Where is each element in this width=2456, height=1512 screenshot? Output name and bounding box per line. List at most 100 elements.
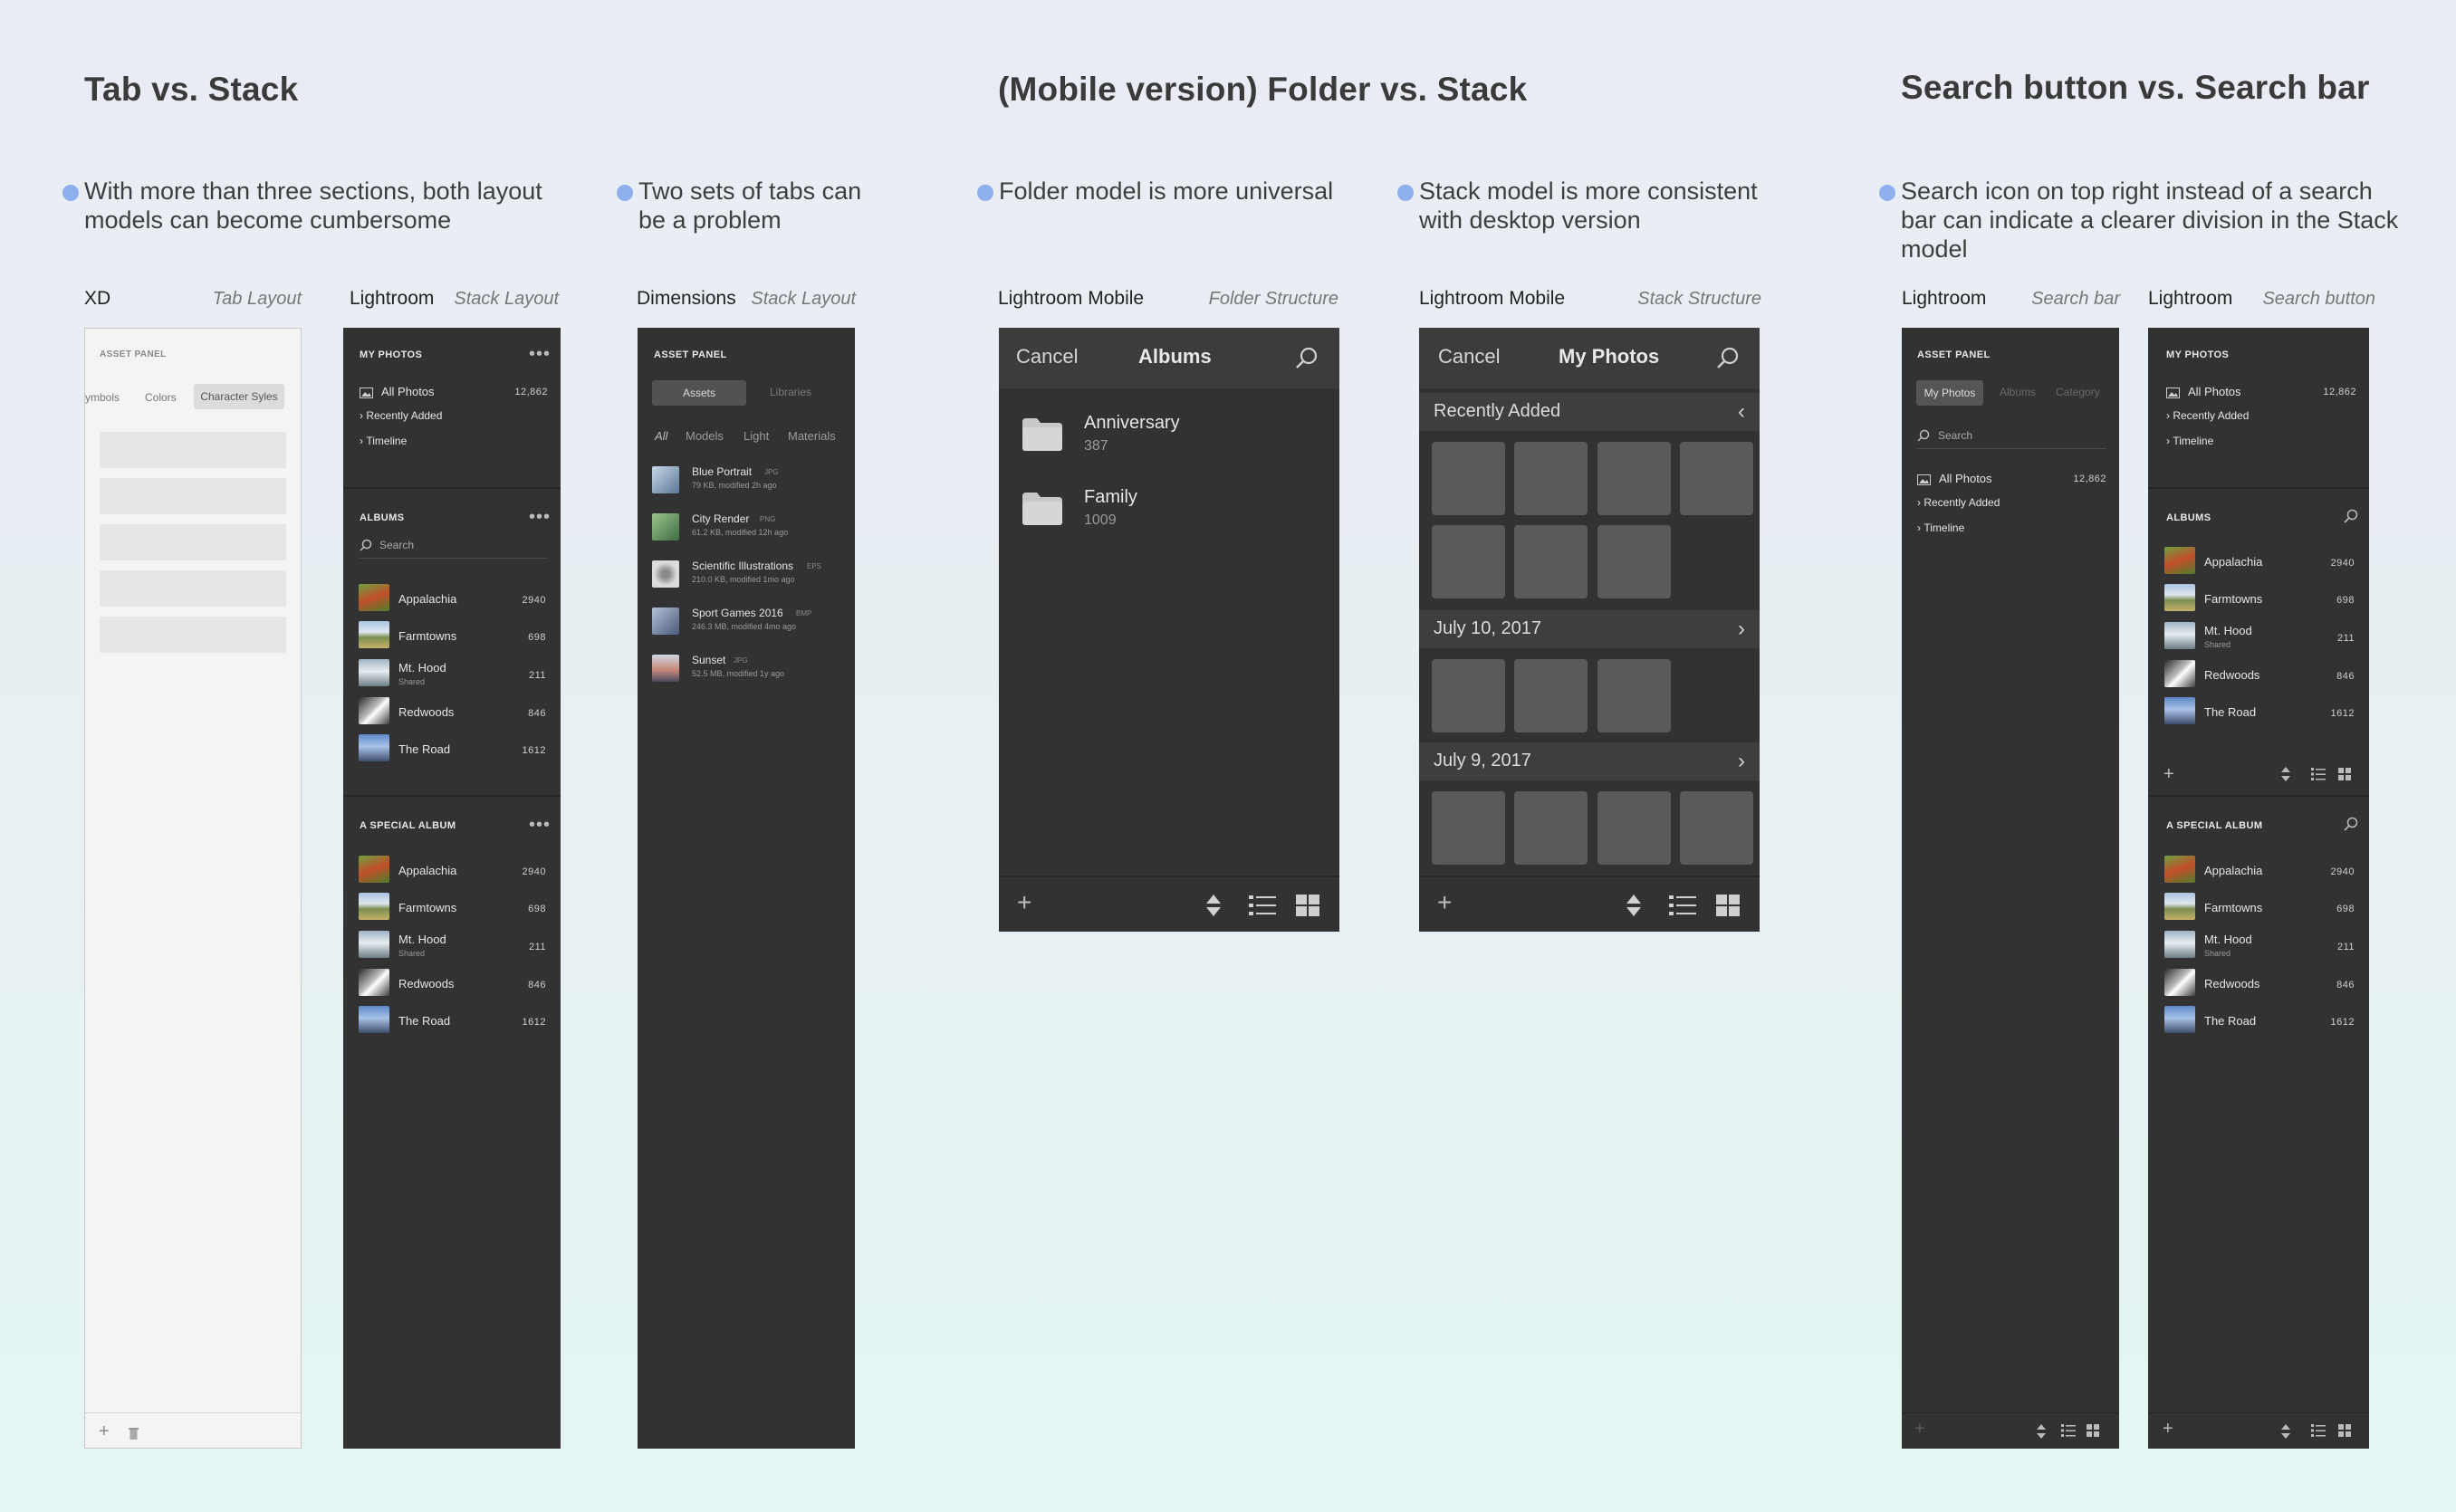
- album-name[interactable]: Farmtowns: [398, 629, 456, 643]
- album-name[interactable]: Mt. Hood: [2204, 933, 2252, 946]
- album-name[interactable]: Farmtowns: [398, 901, 456, 914]
- album-name[interactable]: The Road: [2204, 1014, 2256, 1028]
- sort-icon[interactable]: [2281, 767, 2290, 786]
- cancel-button[interactable]: Cancel: [1438, 345, 1500, 368]
- photo-tile[interactable]: [1514, 442, 1588, 515]
- album-name[interactable]: The Road: [398, 1014, 450, 1028]
- photo-tile[interactable]: [1514, 525, 1588, 598]
- photo-tile[interactable]: [1597, 791, 1671, 865]
- lr-all-photos[interactable]: All Photos: [1939, 472, 1992, 485]
- plus-icon[interactable]: +: [2163, 764, 2174, 785]
- album-name[interactable]: Farmtowns: [2204, 901, 2262, 914]
- asset-name[interactable]: Scientific Illustrations: [692, 560, 793, 572]
- more-icon[interactable]: •••: [529, 816, 551, 834]
- tab-category[interactable]: Category: [2056, 386, 2100, 398]
- lr-timeline[interactable]: › Timeline: [2166, 435, 2213, 447]
- asset-name[interactable]: Sport Games 2016: [692, 607, 783, 619]
- dim-filter-materials[interactable]: Materials: [788, 429, 836, 443]
- album-name[interactable]: Redwoods: [2204, 977, 2259, 990]
- photo-tile[interactable]: [1432, 791, 1505, 865]
- lr-all-photos[interactable]: All Photos: [2188, 385, 2241, 398]
- photo-tile[interactable]: [1680, 791, 1753, 865]
- album-name[interactable]: Mt. Hood: [398, 933, 446, 946]
- album-name[interactable]: Redwoods: [398, 977, 454, 990]
- album-name[interactable]: Redwoods: [2204, 668, 2259, 682]
- search-icon[interactable]: [1295, 346, 1319, 369]
- sort-icon[interactable]: [2281, 1424, 2290, 1443]
- chevron-left-icon[interactable]: ‹: [1738, 401, 1745, 423]
- list-view-icon[interactable]: [2311, 1424, 2326, 1441]
- lr-all-photos[interactable]: All Photos: [381, 385, 435, 398]
- search-icon[interactable]: [2344, 509, 2358, 523]
- list-view-icon[interactable]: [2061, 1424, 2076, 1441]
- xd-tab-character-styles[interactable]: Character Syles: [194, 384, 284, 409]
- grid-view-icon[interactable]: [2087, 1424, 2099, 1441]
- album-name[interactable]: The Road: [398, 742, 450, 756]
- list-view-icon[interactable]: [1669, 895, 1696, 921]
- lr-timeline[interactable]: › Timeline: [360, 435, 407, 447]
- xd-tab-symbols[interactable]: ymbols: [85, 391, 120, 404]
- photo-tile[interactable]: [1514, 791, 1588, 865]
- section-header-july-10[interactable]: July 10, 2017 ›: [1419, 610, 1760, 648]
- section-header-recently-added[interactable]: Recently Added ‹: [1419, 393, 1760, 431]
- asset-name[interactable]: Sunset: [692, 654, 725, 666]
- album-name[interactable]: Appalachia: [398, 864, 456, 877]
- album-name[interactable]: Appalachia: [2204, 864, 2262, 877]
- photo-tile[interactable]: [1680, 442, 1753, 515]
- album-name[interactable]: Farmtowns: [2204, 592, 2262, 606]
- search-icon[interactable]: [2344, 817, 2358, 831]
- photo-tile[interactable]: [1432, 525, 1505, 598]
- plus-icon[interactable]: +: [1437, 890, 1452, 915]
- more-icon[interactable]: •••: [529, 345, 551, 363]
- sort-icon[interactable]: [2037, 1424, 2046, 1443]
- sort-icon[interactable]: [1205, 894, 1222, 922]
- section-header-july-9[interactable]: July 9, 2017 ›: [1419, 742, 1760, 780]
- photo-tile[interactable]: [1597, 525, 1671, 598]
- tab-albums[interactable]: Albums: [2000, 386, 2036, 398]
- dim-tab-libraries[interactable]: Libraries: [770, 386, 811, 398]
- photo-tile[interactable]: [1597, 442, 1671, 515]
- trash-icon[interactable]: [128, 1426, 139, 1440]
- album-name[interactable]: Appalachia: [398, 592, 456, 606]
- plus-icon[interactable]: +: [1017, 890, 1031, 915]
- album-name[interactable]: Mt. Hood: [2204, 624, 2252, 637]
- lr-recently-added[interactable]: › Recently Added: [360, 409, 442, 422]
- plus-icon[interactable]: +: [99, 1421, 110, 1442]
- asset-name[interactable]: City Render: [692, 512, 749, 525]
- dim-tab-assets[interactable]: Assets: [652, 380, 746, 406]
- chevron-right-icon[interactable]: ›: [1738, 618, 1745, 640]
- list-view-icon[interactable]: [1249, 895, 1276, 921]
- sort-icon[interactable]: [1626, 894, 1642, 922]
- grid-view-icon[interactable]: [1296, 895, 1319, 921]
- more-icon[interactable]: •••: [529, 508, 551, 526]
- dim-filter-all[interactable]: All: [655, 429, 667, 443]
- search-input[interactable]: Search: [1938, 429, 1972, 442]
- folder-name[interactable]: Anniversary: [1084, 413, 1180, 434]
- lr-timeline[interactable]: › Timeline: [1917, 522, 1964, 534]
- album-name[interactable]: Redwoods: [398, 705, 454, 719]
- grid-view-icon[interactable]: [2338, 768, 2351, 785]
- asset-name[interactable]: Blue Portrait: [692, 465, 752, 478]
- tab-my-photos[interactable]: My Photos: [1916, 380, 1983, 406]
- list-view-icon[interactable]: [2311, 768, 2326, 785]
- lr-recently-added[interactable]: › Recently Added: [1917, 496, 2000, 509]
- grid-view-icon[interactable]: [1716, 895, 1740, 921]
- photo-tile[interactable]: [1432, 659, 1505, 732]
- photo-tile[interactable]: [1514, 659, 1588, 732]
- lr-albums-search[interactable]: Search: [379, 539, 414, 551]
- album-name[interactable]: The Road: [2204, 705, 2256, 719]
- photo-tile[interactable]: [1432, 442, 1505, 515]
- album-name[interactable]: Mt. Hood: [398, 661, 446, 675]
- xd-tab-colors[interactable]: Colors: [145, 391, 177, 404]
- dim-filter-models[interactable]: Models: [686, 429, 724, 443]
- folder-name[interactable]: Family: [1084, 487, 1137, 508]
- plus-icon[interactable]: +: [1914, 1419, 1925, 1440]
- search-icon[interactable]: [1716, 346, 1740, 369]
- dim-filter-light[interactable]: Light: [744, 429, 769, 443]
- lr-recently-added[interactable]: › Recently Added: [2166, 409, 2249, 422]
- plus-icon[interactable]: +: [2163, 1419, 2173, 1440]
- photo-tile[interactable]: [1597, 659, 1671, 732]
- grid-view-icon[interactable]: [2338, 1424, 2351, 1441]
- album-name[interactable]: Appalachia: [2204, 555, 2262, 569]
- cancel-button[interactable]: Cancel: [1016, 345, 1078, 368]
